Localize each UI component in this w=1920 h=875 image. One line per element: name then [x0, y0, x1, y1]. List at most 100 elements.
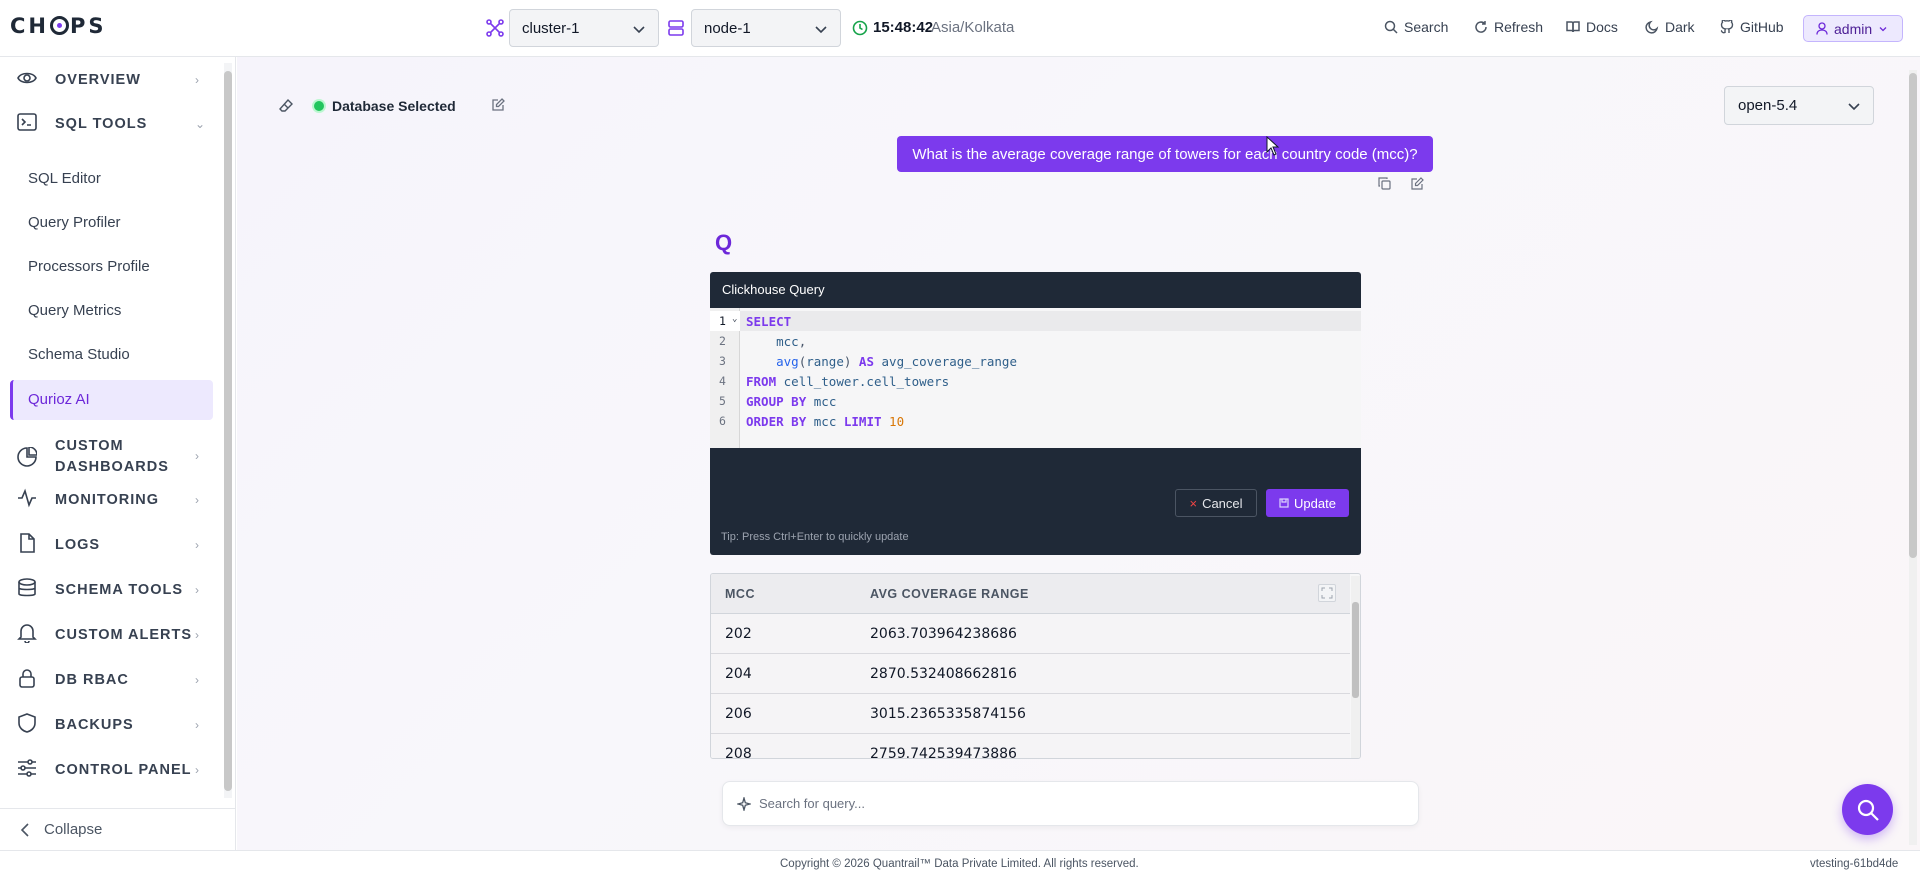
footer: Copyright © 2026 Quantrail™ Data Private…	[0, 850, 1920, 875]
chevron-down-icon	[814, 22, 828, 40]
node-select[interactable]: node-1	[691, 9, 841, 47]
collapse-sidebar-button[interactable]: Collapse	[0, 808, 236, 850]
docs-label: Docs	[1586, 19, 1618, 35]
main-scrollbar-thumb[interactable]	[1909, 73, 1917, 558]
user-question-text: What is the average coverage range of to…	[912, 145, 1418, 163]
assistant-avatar: Q	[715, 230, 733, 255]
chevron-down-icon: ⌄	[195, 117, 206, 131]
query-editor-card: Clickhouse Query 1 ⌄ 2 3 4 5 6 SELECT mc…	[710, 272, 1361, 555]
edit-icon[interactable]	[492, 98, 505, 116]
chevron-right-icon: ›	[195, 583, 199, 597]
table-row[interactable]: 202 2063.703964238686	[711, 614, 1350, 654]
dark-mode-toggle[interactable]: Dark	[1645, 19, 1695, 35]
book-icon	[1566, 21, 1580, 33]
sidebar-item-processors-profile[interactable]: Processors Profile	[28, 258, 150, 275]
table-row[interactable]: 206 3015.2365335874156	[711, 694, 1350, 734]
refresh-button[interactable]: Refresh	[1474, 19, 1543, 35]
active-line-highlight	[740, 311, 1361, 331]
query-search-bar	[722, 781, 1419, 826]
dark-label: Dark	[1665, 19, 1695, 35]
user-question-bubble: What is the average coverage range of to…	[897, 136, 1433, 172]
cancel-button[interactable]: × Cancel	[1175, 489, 1257, 517]
table-scrollbar-thumb[interactable]	[1352, 602, 1359, 698]
chevron-right-icon: ›	[195, 763, 199, 777]
sidebar-item-sql-editor[interactable]: SQL Editor	[28, 170, 101, 187]
refresh-label: Refresh	[1494, 19, 1544, 35]
chevron-right-icon: ›	[195, 449, 199, 463]
current-time: 15:48:42	[873, 19, 934, 36]
search-link[interactable]: Search	[1384, 19, 1448, 35]
code-line: GROUP BY mcc	[746, 394, 837, 409]
user-menu-button[interactable]: admin	[1803, 15, 1903, 42]
line-number: 5	[719, 394, 726, 408]
table-cell: 208	[725, 746, 752, 759]
sidebar-section-custom-dashboards[interactable]: CUSTOM DASHBOARDS ›	[0, 436, 224, 478]
query-search-input[interactable]	[759, 796, 1379, 811]
cancel-label: Cancel	[1202, 495, 1243, 511]
search-fab-button[interactable]	[1842, 784, 1893, 835]
github-label: GitHub	[1740, 19, 1784, 35]
line-number: 2	[719, 334, 726, 348]
chevron-right-icon: ›	[195, 493, 199, 507]
model-select-value: open-5.4	[1738, 97, 1798, 114]
lock-icon	[17, 668, 37, 693]
sidebar: OVERVIEW › SQL TOOLS ⌄ SQL Editor Query …	[0, 57, 236, 850]
version-label: vtesting-61bd4de	[1810, 858, 1899, 870]
table-row[interactable]: 208 2759.742539473886	[711, 734, 1350, 759]
server-icon	[667, 19, 685, 37]
keyboard-tip: Tip: Press Ctrl+Enter to quickly update	[721, 531, 909, 543]
eraser-icon[interactable]	[279, 98, 294, 118]
sparkle-icon	[737, 796, 751, 811]
sidebar-section-label: MONITORING	[55, 491, 159, 508]
sidebar-section-label: CUSTOM DASHBOARDS	[55, 438, 169, 475]
sidebar-item-schema-studio[interactable]: Schema Studio	[28, 346, 130, 363]
table-cell: 2759.742539473886	[870, 746, 1017, 759]
sidebar-section-label: SQL TOOLS	[55, 115, 148, 132]
database-status: Database Selected	[314, 98, 456, 114]
sidebar-section-label: LOGS	[55, 536, 101, 553]
sidebar-section-label: CONTROL PANEL	[55, 761, 192, 778]
user-icon	[1816, 22, 1828, 35]
sidebar-item-query-profiler[interactable]: Query Profiler	[28, 214, 121, 231]
github-link[interactable]: GitHub	[1720, 19, 1784, 35]
search-link-label: Search	[1404, 19, 1449, 35]
chevron-right-icon: ›	[195, 628, 199, 642]
pie-chart-icon	[17, 446, 38, 472]
table-header: MCC AVG COVERAGE RANGE	[711, 574, 1350, 614]
cluster-select-value: cluster-1	[522, 19, 580, 37]
sidebar-section-label: SCHEMA TOOLS	[55, 581, 184, 598]
app-logo[interactable]: CH PS	[10, 14, 107, 38]
column-header-avg-coverage-range[interactable]: AVG COVERAGE RANGE	[870, 587, 1029, 601]
code-line: ORDER BY mcc LIMIT 10	[746, 414, 905, 429]
terminal-icon	[17, 112, 37, 137]
sidebar-scrollbar-thumb[interactable]	[224, 71, 232, 791]
code-line: mcc,	[776, 334, 807, 349]
table-cell: 204	[725, 666, 752, 682]
update-button[interactable]: Update	[1266, 489, 1349, 517]
code-line: SELECT	[746, 314, 792, 329]
column-header-mcc[interactable]: MCC	[725, 587, 755, 601]
code-card-title: Clickhouse Query	[722, 282, 825, 297]
code-editor[interactable]: 1 ⌄ 2 3 4 5 6 SELECT mcc, avg(range) AS …	[710, 308, 1361, 448]
copy-icon[interactable]	[1378, 177, 1391, 195]
save-icon	[1279, 498, 1289, 508]
table-row[interactable]: 204 2870.532408662816	[711, 654, 1350, 694]
sidebar-section-label: DB RBAC	[55, 671, 129, 688]
chevron-right-icon: ›	[195, 73, 199, 87]
clock-icon	[852, 20, 868, 36]
chevron-down-icon	[632, 22, 646, 40]
collapse-label: Collapse	[44, 821, 103, 838]
code-line: avg(range) AS avg_coverage_range	[776, 354, 1017, 369]
edit-question-icon[interactable]	[1411, 177, 1424, 195]
expand-icon[interactable]	[1318, 584, 1336, 602]
model-select[interactable]: open-5.4	[1724, 86, 1874, 125]
table-cell: 2063.703964238686	[870, 626, 1017, 642]
cluster-select[interactable]: cluster-1	[509, 9, 659, 47]
docs-link[interactable]: Docs	[1566, 19, 1618, 35]
sidebar-item-qurioz-ai[interactable]: Qurioz AI	[28, 391, 90, 408]
fold-icon[interactable]: ⌄	[732, 314, 737, 324]
sidebar-item-query-metrics[interactable]: Query Metrics	[28, 302, 121, 319]
eye-icon	[17, 68, 37, 93]
database-icon	[17, 577, 37, 603]
refresh-icon	[1475, 21, 1487, 33]
